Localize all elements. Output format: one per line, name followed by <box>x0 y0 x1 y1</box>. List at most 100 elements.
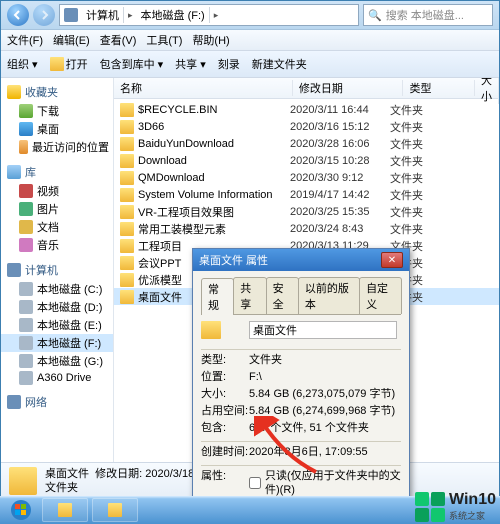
sidebar-item-pictures[interactable]: 图片 <box>1 200 113 218</box>
table-row[interactable]: QMDownload2020/3/30 9:12文件夹 <box>114 169 499 186</box>
sidebar-item-desktop[interactable]: 桌面 <box>1 120 113 138</box>
folder-icon <box>120 222 134 236</box>
dialog-titlebar[interactable]: 桌面文件 属性 ✕ <box>193 249 409 271</box>
breadcrumb[interactable]: 计算机▸ 本地磁盘 (F:)▸ <box>59 4 359 26</box>
value-size: 5.84 GB (6,273,075,079 字节) <box>249 387 401 401</box>
sidebar-drive-e[interactable]: 本地磁盘 (E:) <box>1 316 113 334</box>
recent-icon <box>19 140 28 154</box>
table-row[interactable]: VR-工程项目效果图2020/3/25 15:35文件夹 <box>114 203 499 220</box>
col-type[interactable]: 类型 <box>403 80 475 96</box>
taskbar-item[interactable] <box>92 498 138 522</box>
folder-icon <box>120 188 134 202</box>
star-icon <box>7 85 21 99</box>
include-button[interactable]: 包含到库中 ▾ <box>100 56 164 72</box>
col-size[interactable]: 大小 <box>475 78 499 104</box>
favorites-header[interactable]: 收藏夹 <box>1 82 113 102</box>
col-date[interactable]: 修改日期 <box>293 80 404 96</box>
table-row[interactable]: 常用工装模型元素2020/3/24 8:43文件夹 <box>114 220 499 237</box>
network-header[interactable]: 网络 <box>1 392 113 412</box>
sidebar-drive-c[interactable]: 本地磁盘 (C:) <box>1 280 113 298</box>
search-placeholder: 搜索 本地磁盘... <box>386 7 464 23</box>
sidebar-drive-f[interactable]: 本地磁盘 (F:) <box>1 334 113 352</box>
folder-icon <box>120 256 134 270</box>
explorer-icon <box>58 503 72 517</box>
folder-icon <box>120 137 134 151</box>
search-icon: 🔍 <box>368 9 382 22</box>
watermark: Win10 系统之家 <box>415 491 496 522</box>
organize-button[interactable]: 组织 ▾ <box>7 56 38 72</box>
readonly-checkbox[interactable]: 只读(仅应用于文件夹中的文件)(R) <box>249 469 401 497</box>
tab-prev[interactable]: 以前的版本 <box>298 277 360 314</box>
tab-security[interactable]: 安全 <box>266 277 299 314</box>
watermark-logo-icon <box>415 492 445 522</box>
menu-view[interactable]: 查看(V) <box>100 32 137 48</box>
start-button[interactable] <box>4 498 38 522</box>
tab-strip: 常规 共享 安全 以前的版本 自定义 <box>201 277 401 315</box>
taskbar-item[interactable] <box>42 498 88 522</box>
label-contains: 包含: <box>201 421 249 435</box>
drive-icon <box>19 354 33 368</box>
libraries-header[interactable]: 库 <box>1 162 113 182</box>
label-created: 创建时间: <box>201 445 249 459</box>
folder-icon <box>120 273 134 287</box>
properties-dialog: 桌面文件 属性 ✕ 常规 共享 安全 以前的版本 自定义 类型:文件夹 位置:F… <box>192 248 410 520</box>
menu-file[interactable]: 文件(F) <box>7 32 43 48</box>
sidebar-item-music[interactable]: 音乐 <box>1 236 113 254</box>
picture-icon <box>19 202 33 216</box>
address-bar-row: 计算机▸ 本地磁盘 (F:)▸ 🔍 搜索 本地磁盘... <box>1 1 499 30</box>
menu-tools[interactable]: 工具(T) <box>146 32 182 48</box>
sidebar-item-documents[interactable]: 文档 <box>1 218 113 236</box>
drive-icon <box>19 318 33 332</box>
sidebar-item-downloads[interactable]: 下载 <box>1 102 113 120</box>
music-icon <box>19 238 33 252</box>
tab-share[interactable]: 共享 <box>233 277 266 314</box>
sidebar-drive-d[interactable]: 本地磁盘 (D:) <box>1 298 113 316</box>
breadcrumb-seg[interactable]: 本地磁盘 (F:) <box>137 7 210 23</box>
details-name: 桌面文件 <box>45 468 89 480</box>
table-row[interactable]: Download2020/3/15 10:28文件夹 <box>114 152 499 169</box>
value-sizedisk: 5.84 GB (6,274,699,968 字节) <box>249 404 401 418</box>
library-icon <box>7 165 21 179</box>
sidebar-item-videos[interactable]: 视频 <box>1 182 113 200</box>
table-row[interactable]: 3D662020/3/16 15:12文件夹 <box>114 118 499 135</box>
back-button[interactable] <box>7 4 29 26</box>
col-name[interactable]: 名称 <box>114 80 293 96</box>
forward-button[interactable] <box>33 4 55 26</box>
burn-button[interactable]: 刻录 <box>218 56 240 72</box>
value-created: 2020年3月6日, 17:09:55 <box>249 445 401 459</box>
new-folder-button[interactable]: 新建文件夹 <box>252 56 307 72</box>
breadcrumb-seg[interactable]: 计算机 <box>82 7 124 23</box>
table-row[interactable]: $RECYCLE.BIN2020/3/11 16:44文件夹 <box>114 101 499 118</box>
folder-icon <box>120 171 134 185</box>
table-row[interactable]: System Volume Information2019/4/17 14:42… <box>114 186 499 203</box>
drive-icon <box>19 336 33 350</box>
value-contains: 687 个文件, 51 个文件夹 <box>249 421 401 435</box>
menu-help[interactable]: 帮助(H) <box>192 32 229 48</box>
search-box[interactable]: 🔍 搜索 本地磁盘... <box>363 4 493 26</box>
folder-icon <box>120 120 134 134</box>
desktop-icon <box>19 122 33 136</box>
menu-edit[interactable]: 编辑(E) <box>53 32 90 48</box>
computer-header[interactable]: 计算机 <box>1 260 113 280</box>
tab-custom[interactable]: 自定义 <box>359 277 402 314</box>
sidebar-a360[interactable]: A360 Drive <box>1 370 113 386</box>
label-attrs: 属性: <box>201 469 249 483</box>
download-icon <box>19 104 33 118</box>
document-icon <box>19 220 33 234</box>
sidebar-drive-g[interactable]: 本地磁盘 (G:) <box>1 352 113 370</box>
sidebar-item-recent[interactable]: 最近访问的位置 <box>1 138 113 156</box>
close-button[interactable]: ✕ <box>381 252 403 268</box>
dialog-body: 常规 共享 安全 以前的版本 自定义 类型:文件夹 位置:F:\ 大小:5.84… <box>193 271 409 519</box>
folder-icon <box>120 205 134 219</box>
network-icon <box>7 395 21 409</box>
folder-icon <box>120 103 134 117</box>
navigation-pane: 收藏夹 下载 桌面 最近访问的位置 库 视频 图片 文档 音乐 计算机 本地磁盘… <box>1 78 114 462</box>
dialog-title: 桌面文件 属性 <box>199 252 268 268</box>
folder-name-input[interactable] <box>249 321 397 339</box>
open-icon <box>50 57 64 71</box>
table-row[interactable]: BaiduYunDownload2020/3/28 16:06文件夹 <box>114 135 499 152</box>
tab-general[interactable]: 常规 <box>201 278 234 315</box>
folder-icon <box>9 467 37 495</box>
share-button[interactable]: 共享 ▾ <box>175 56 206 72</box>
open-button[interactable]: 打开 <box>50 56 88 72</box>
